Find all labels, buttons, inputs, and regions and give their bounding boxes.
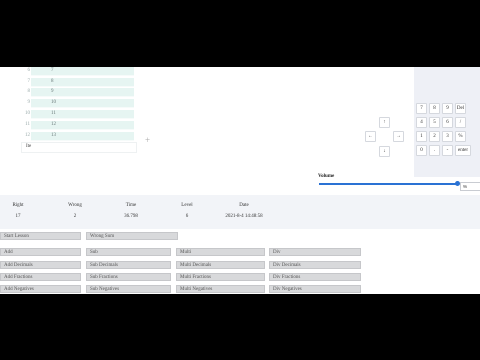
key-8[interactable]: 8 [429, 103, 440, 114]
sub-button[interactable]: Sub [86, 248, 171, 256]
arrow-down-icon[interactable]: ↓ [379, 146, 390, 157]
key-0[interactable]: 0 [416, 145, 427, 156]
level-value: 6 [185, 214, 189, 219]
crosshair-cursor-icon: + [145, 135, 151, 145]
key-6[interactable]: 6 [442, 117, 453, 128]
sheet-row: 7 8 [0, 78, 136, 87]
row-number: 10 [25, 111, 30, 116]
answer-cell[interactable]: 7 [31, 67, 134, 76]
volume-slider[interactable] [319, 181, 480, 186]
row-number: 8 [27, 89, 31, 94]
answer-cell[interactable]: 9 [31, 88, 134, 97]
volume-value-field[interactable]: 96 [460, 182, 480, 191]
key-decimal[interactable]: . [429, 145, 440, 156]
level-header: Level [181, 203, 193, 208]
add-button[interactable]: Add [0, 248, 81, 256]
answer-cell[interactable]: 12 [31, 121, 134, 130]
answer-sheet: 6 7 7 8 8 9 9 10 10 11 11 12 12 13 [0, 67, 136, 145]
sheet-row: 9 10 [0, 99, 136, 108]
sheet-row: 11 12 [0, 121, 136, 130]
start-lesson-button[interactable]: Start Lesson [0, 232, 81, 240]
right-count: 17 [15, 214, 21, 219]
add-fractions-button[interactable]: Add Fractions [0, 273, 81, 281]
stats-panel [0, 195, 480, 229]
multi-negatives-button[interactable]: Multi Negatives [176, 285, 265, 293]
answer-cell[interactable]: 11 [31, 110, 134, 119]
key-minus[interactable]: - [442, 145, 453, 156]
date-value: 2021-8-4 14:48:58 [225, 214, 263, 219]
key-enter[interactable]: enter [455, 145, 471, 156]
date-header: Date [239, 203, 249, 208]
row-number: 12 [25, 133, 30, 138]
multi-decimals-button[interactable]: Multi Decimals [176, 261, 265, 269]
volume-label: Volume [318, 174, 335, 179]
div-decimals-button[interactable]: Div Decimals [269, 261, 361, 269]
arrow-left-icon[interactable]: ← [365, 131, 376, 142]
time-value: 36.798 [124, 214, 138, 219]
row-number: 9 [27, 100, 31, 105]
wrong-sum-button[interactable]: Wrong Sum [86, 232, 178, 240]
sheet-row: 10 11 [0, 110, 136, 119]
key-1[interactable]: 1 [416, 131, 427, 142]
arrow-right-icon[interactable]: → [393, 131, 404, 142]
answer-cell[interactable]: 13 [31, 132, 134, 141]
key-7[interactable]: 7 [416, 103, 427, 114]
add-decimals-button[interactable]: Add Decimals [0, 261, 81, 269]
key-divide[interactable]: / [455, 117, 466, 128]
answer-cell[interactable]: 10 [31, 99, 134, 108]
sub-negatives-button[interactable]: Sub Negatives [86, 285, 171, 293]
key-percent[interactable]: % [455, 131, 466, 142]
row-number: 6 [27, 68, 31, 73]
sub-decimals-button[interactable]: Sub Decimals [86, 261, 171, 269]
answer-cell[interactable]: 8 [31, 78, 134, 87]
key-4[interactable]: 4 [416, 117, 427, 128]
div-negatives-button[interactable]: Div Negatives [269, 285, 361, 293]
key-9[interactable]: 9 [442, 103, 453, 114]
key-3[interactable]: 3 [442, 131, 453, 142]
sheet-row: 12 13 [0, 132, 136, 141]
row-number: 7 [27, 79, 31, 84]
sheet-row: 8 9 [0, 88, 136, 97]
key-5[interactable]: 5 [429, 117, 440, 128]
keypad-panel: 7 8 9 Del 4 5 6 / 1 2 3 % 0 . - enter [414, 67, 480, 177]
right-header: Right [12, 203, 24, 208]
multi-button[interactable]: Multi [176, 248, 265, 256]
volume-slider-fill [319, 183, 458, 185]
sheet-row: 6 7 [0, 67, 136, 76]
arrow-up-icon[interactable]: ↑ [379, 117, 390, 128]
wrong-count: 2 [73, 214, 77, 219]
add-negatives-button[interactable]: Add Negatives [0, 285, 81, 293]
answer-entry-field[interactable]: Ite [21, 142, 137, 153]
time-header: Time [125, 203, 137, 208]
key-delete[interactable]: Del [455, 103, 466, 114]
row-number: 11 [25, 122, 30, 127]
app-window: 6 7 7 8 8 9 9 10 10 11 11 12 12 13 Ite + [0, 67, 480, 294]
wrong-header: Wrong [68, 203, 82, 208]
multi-fractions-button[interactable]: Multi Fractions [176, 273, 265, 281]
div-fractions-button[interactable]: Div Fractions [269, 273, 361, 281]
key-2[interactable]: 2 [429, 131, 440, 142]
div-button[interactable]: Div [269, 248, 361, 256]
sub-fractions-button[interactable]: Sub Fractions [86, 273, 171, 281]
